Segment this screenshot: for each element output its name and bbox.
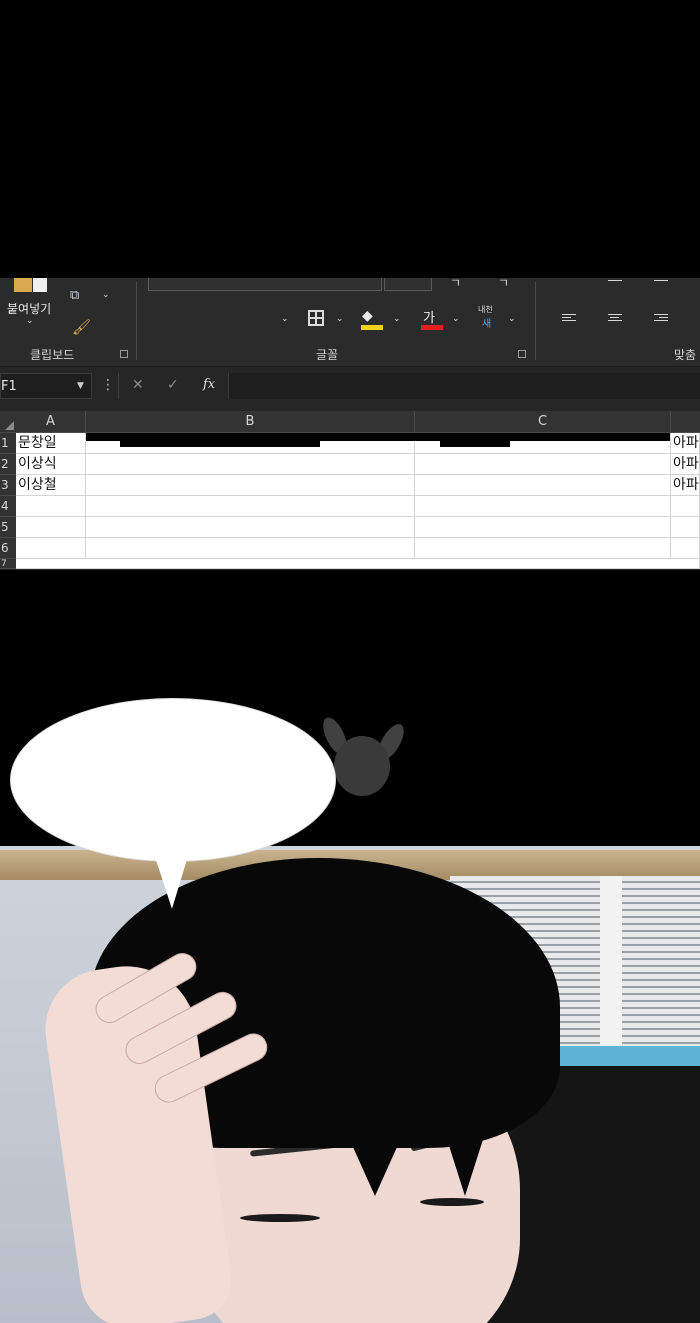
cell-d4[interactable] <box>671 496 700 517</box>
cell-a5[interactable] <box>16 517 86 538</box>
row-header[interactable]: 4 <box>0 496 16 517</box>
name-box-chevron-down-icon[interactable]: ▼ <box>77 381 84 391</box>
cell-d2[interactable]: 아파 <box>671 454 700 475</box>
fill-color-swatch <box>361 325 383 330</box>
grow-font-icon[interactable]: ㄱ <box>450 278 461 291</box>
left-eye <box>240 1214 320 1222</box>
copy-icon[interactable]: ⧉ <box>70 288 79 303</box>
column-header-a[interactable]: A <box>16 411 86 432</box>
paste-chevron-down-icon[interactable]: ⌄ <box>26 316 34 326</box>
top-black-area <box>0 0 700 278</box>
format-painter-brush-icon[interactable]: 🖌 <box>72 318 91 336</box>
copy-chevron-down-icon[interactable]: ⌄ <box>102 290 110 300</box>
hair-strand <box>430 1086 500 1196</box>
shrink-font-icon[interactable]: ㄱ <box>498 278 509 291</box>
speech-bubble-tail <box>154 849 198 911</box>
align-left-icon[interactable] <box>562 314 576 324</box>
phonetic-chevron-down-icon[interactable]: ⌄ <box>508 314 516 324</box>
enter-check-icon[interactable]: ✓ <box>167 377 179 393</box>
cell-c2[interactable] <box>415 454 671 475</box>
cell-a6[interactable] <box>16 538 86 559</box>
align-right-icon[interactable] <box>654 314 668 324</box>
borders-chevron-down-icon[interactable]: ⌄ <box>336 314 344 324</box>
cell-c4[interactable] <box>415 496 671 517</box>
cell-row7[interactable] <box>16 559 700 569</box>
font-group-label: 글꼴 <box>316 348 339 362</box>
cell-c3[interactable] <box>415 475 671 496</box>
paste-clipboard-icon[interactable] <box>14 278 48 292</box>
divider <box>118 373 119 399</box>
font-launcher-icon[interactable] <box>518 350 526 358</box>
cell-c5[interactable] <box>415 517 671 538</box>
cell-b2[interactable] <box>86 454 415 475</box>
row-header[interactable]: 1 <box>0 433 16 454</box>
more-options-icon[interactable]: ⋮ <box>101 377 115 393</box>
sheet-grid: 1 문창일 아파 2 이상식 아파 3 이상철 아파 4 5 6 7 <box>0 433 700 570</box>
cell-d6[interactable] <box>671 538 700 559</box>
row-header[interactable]: 7 <box>0 559 16 569</box>
align-middle-icon[interactable] <box>654 280 668 290</box>
alignment-group-label: 맞춤 <box>674 348 697 362</box>
comic-panel <box>0 846 700 1323</box>
font-color-button[interactable]: 가 <box>423 307 435 326</box>
fill-color-chevron-down-icon[interactable]: ⌄ <box>393 314 401 324</box>
borders-icon[interactable] <box>308 310 324 326</box>
cell-b3[interactable] <box>86 475 415 496</box>
underline-chevron-down-icon[interactable]: ⌄ <box>281 314 289 324</box>
right-eye <box>420 1198 484 1206</box>
fill-color-bucket-icon[interactable]: ◆ <box>362 308 373 324</box>
cell-a4[interactable] <box>16 496 86 517</box>
column-header-c[interactable]: C <box>415 411 671 432</box>
excel-screenshot: 붙여넣기 ⌄ ⧉ ⌄ 🖌 클립보드 ㄱ ㄱ ⌄ ⌄ ◆ ⌄ 가 ⌄ 내천 새 ⌄… <box>0 278 700 570</box>
cell-a3[interactable]: 이상철 <box>16 475 86 496</box>
select-all-corner[interactable] <box>0 411 16 432</box>
speech-bubble <box>10 698 336 862</box>
cell-d3[interactable]: 아파 <box>671 475 700 496</box>
name-box[interactable]: F1 ▼ <box>0 373 92 399</box>
ribbon: 붙여넣기 ⌄ ⧉ ⌄ 🖌 클립보드 ㄱ ㄱ ⌄ ⌄ ◆ ⌄ 가 ⌄ 내천 새 ⌄… <box>0 278 700 367</box>
hair-strand <box>330 1096 420 1196</box>
row-header[interactable]: 5 <box>0 517 16 538</box>
phonetic-guide-label-top[interactable]: 내천 <box>478 304 493 315</box>
row-header[interactable]: 6 <box>0 538 16 559</box>
clipboard-launcher-icon[interactable] <box>120 350 128 358</box>
column-header-d[interactable] <box>671 411 700 432</box>
cancel-icon[interactable]: ✕ <box>132 377 144 393</box>
align-top-icon[interactable] <box>608 280 622 290</box>
align-center-icon[interactable] <box>608 314 622 324</box>
cell-d1[interactable]: 아파 <box>671 433 700 454</box>
font-size-select[interactable] <box>384 278 432 291</box>
font-color-chevron-down-icon[interactable]: ⌄ <box>452 314 460 324</box>
font-name-select[interactable] <box>148 278 382 291</box>
paste-button-label[interactable]: 붙여넣기 <box>7 300 51 317</box>
group-divider <box>535 282 536 360</box>
redaction-bar <box>120 441 320 447</box>
insert-function-fx-icon[interactable]: fx <box>203 377 215 392</box>
cell-a1[interactable]: 문창일 <box>16 433 86 454</box>
phonetic-guide-label-bottom[interactable]: 새 <box>482 315 491 330</box>
font-color-swatch <box>421 325 443 330</box>
formula-input[interactable] <box>228 373 700 399</box>
cell-c6[interactable] <box>415 538 671 559</box>
cell-b4[interactable] <box>86 496 415 517</box>
clipboard-group-label: 클립보드 <box>30 348 75 362</box>
formula-bar: F1 ▼ ⋮ ✕ ✓ fx <box>0 373 700 401</box>
row-header[interactable]: 3 <box>0 475 16 496</box>
cell-d5[interactable] <box>671 517 700 538</box>
cell-b5[interactable] <box>86 517 415 538</box>
column-header-row: A B C <box>0 411 700 433</box>
group-divider <box>136 282 137 360</box>
row-header[interactable]: 2 <box>0 454 16 475</box>
column-header-b[interactable]: B <box>86 411 415 432</box>
cell-b6[interactable] <box>86 538 415 559</box>
cell-a2[interactable]: 이상식 <box>16 454 86 475</box>
name-box-value: F1 <box>1 379 17 394</box>
redaction-bar <box>440 441 510 447</box>
redaction-bar <box>86 433 670 441</box>
